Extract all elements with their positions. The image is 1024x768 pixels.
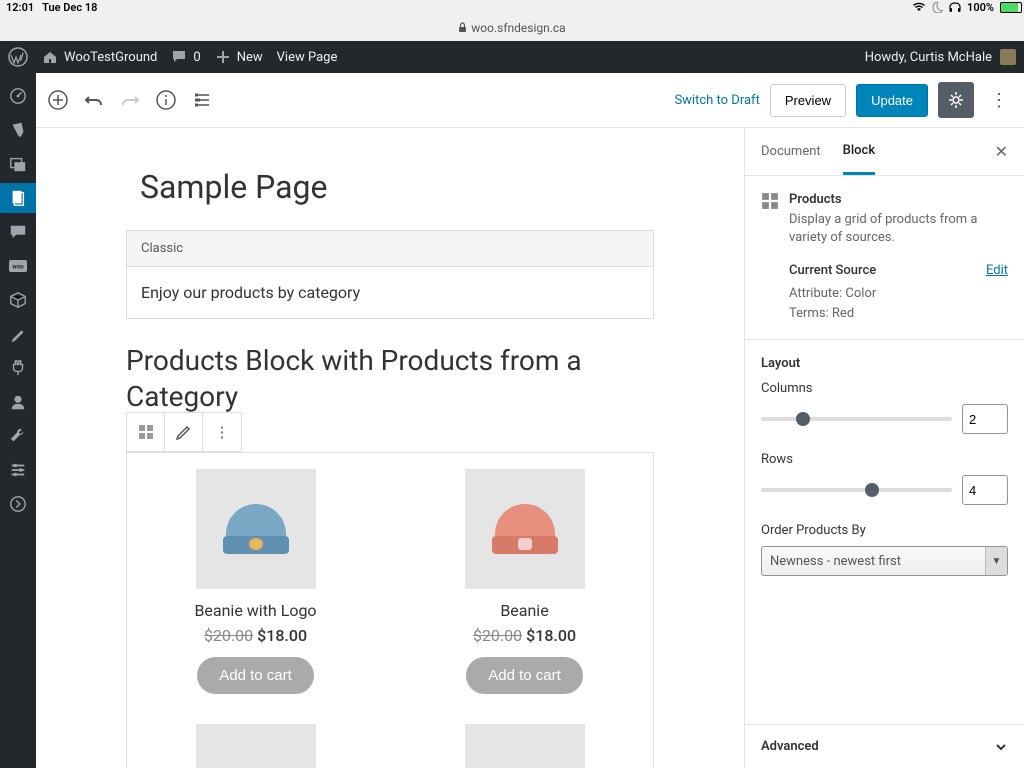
classic-block-content[interactable]: Enjoy our products by category (127, 267, 653, 318)
product-card (141, 724, 370, 768)
more-options-button[interactable]: ⋮ (984, 84, 1014, 117)
sidebar-item-tools[interactable] (0, 421, 36, 451)
add-to-cart-button[interactable]: Add to cart (197, 657, 314, 694)
classic-block[interactable]: Classic Enjoy our products by category (126, 230, 654, 319)
product-image (196, 469, 316, 589)
new-label: New (237, 50, 263, 65)
url-host: woo.sfndesign.ca (471, 21, 565, 35)
columns-input[interactable] (962, 404, 1008, 434)
close-settings-button[interactable]: ✕ (995, 142, 1008, 161)
headphones-icon (949, 2, 961, 13)
battery-percent: 100% (967, 1, 994, 14)
product-card: Beanie with Logo $20.00$18.00 Add to car… (141, 469, 370, 694)
product-title: Beanie (500, 601, 548, 620)
undo-button[interactable] (82, 88, 106, 112)
tab-block[interactable]: Block (843, 128, 875, 175)
wifi-icon (912, 2, 926, 12)
preview-button[interactable]: Preview (770, 84, 846, 117)
order-select[interactable]: Newness - newest first ▼ (761, 546, 1008, 576)
add-block-button[interactable] (46, 88, 70, 112)
product-image (465, 469, 585, 589)
sidebar-item-appearance[interactable] (0, 319, 36, 349)
ios-status-bar: 12:01 Tue Dec 18 100% (0, 0, 1024, 14)
source-label: Current Source (789, 263, 876, 278)
wp-admin-bar: WooTestGround 0 New View Page Howdy, Cur… (0, 41, 1024, 73)
sidebar-item-media[interactable] (0, 149, 36, 179)
add-to-cart-button[interactable]: Add to cart (466, 657, 583, 694)
page-title[interactable]: Sample Page (140, 168, 654, 206)
sidebar-item-posts[interactable] (0, 115, 36, 145)
columns-label: Columns (761, 381, 1008, 396)
wp-admin-sidebar: woo (0, 73, 36, 768)
block-name: Products (789, 192, 1008, 207)
switch-to-draft-link[interactable]: Switch to Draft (674, 93, 759, 108)
comments-link[interactable]: 0 (171, 49, 200, 65)
product-image (196, 724, 316, 768)
chevron-down-icon: ▼ (985, 547, 1007, 575)
sidebar-item-comments[interactable] (0, 217, 36, 247)
order-label: Order Products By (761, 523, 1008, 538)
new-content-link[interactable]: New (215, 49, 263, 65)
product-price: $20.00$18.00 (204, 626, 307, 645)
browser-url-bar: woo.sfndesign.ca (0, 14, 1024, 41)
order-value: Newness - newest first (770, 554, 901, 569)
advanced-panel-toggle[interactable]: Advanced (745, 724, 1024, 768)
block-toolbar: ⋮ (126, 412, 242, 452)
classic-block-label: Classic (127, 231, 653, 267)
tab-document[interactable]: Document (761, 128, 821, 175)
sidebar-item-plugins[interactable] (0, 353, 36, 383)
moon-icon (932, 2, 943, 13)
columns-slider[interactable] (761, 417, 952, 421)
edit-block-button[interactable] (165, 413, 203, 451)
outline-button[interactable] (190, 88, 214, 112)
site-home-link[interactable]: WooTestGround (42, 49, 157, 65)
sidebar-item-products[interactable] (0, 285, 36, 315)
rows-input[interactable] (962, 475, 1008, 505)
status-date: Tue Dec 18 (42, 1, 97, 14)
settings-tabs: Document Block ✕ (745, 128, 1024, 176)
block-type-icon[interactable] (127, 413, 165, 451)
block-description: Display a grid of products from a variet… (789, 211, 1008, 247)
grid-icon (761, 192, 779, 247)
avatar[interactable] (1000, 49, 1016, 65)
user-greeting[interactable]: Howdy, Curtis McHale (865, 50, 992, 65)
sidebar-item-users[interactable] (0, 387, 36, 417)
svg-text:woo: woo (12, 264, 24, 271)
product-title: Beanie with Logo (194, 601, 316, 620)
rows-label: Rows (761, 452, 1008, 467)
source-terms: Terms: Red (789, 304, 1008, 324)
sidebar-item-settings[interactable] (0, 455, 36, 485)
status-time: 12:01 (6, 1, 34, 14)
editor-header: Switch to Draft Preview Update ⋮ (36, 73, 1024, 128)
chevron-down-icon (994, 740, 1008, 754)
sidebar-item-dashboard[interactable] (0, 81, 36, 111)
product-card (410, 724, 639, 768)
products-grid-block[interactable]: Beanie with Logo $20.00$18.00 Add to car… (126, 452, 654, 768)
update-button[interactable]: Update (856, 84, 928, 117)
editor-canvas[interactable]: Sample Page Classic Enjoy our products b… (36, 128, 744, 768)
site-name: WooTestGround (64, 50, 157, 65)
comments-count: 0 (193, 50, 200, 65)
block-settings-panel: Document Block ✕ Products Display a grid… (744, 128, 1024, 768)
sidebar-item-pages[interactable] (0, 183, 36, 213)
source-attribute: Attribute: Color (789, 284, 1008, 304)
rows-slider[interactable] (761, 488, 952, 492)
lock-icon (458, 22, 467, 33)
info-button[interactable] (154, 88, 178, 112)
block-heading[interactable]: Products Block with Products from a Cate… (126, 343, 654, 416)
battery-icon (1000, 2, 1018, 13)
sidebar-item-woocommerce[interactable]: woo (0, 251, 36, 281)
edit-source-link[interactable]: Edit (986, 263, 1008, 278)
layout-section-title: Layout (761, 356, 1008, 371)
product-price: $20.00$18.00 (473, 626, 576, 645)
settings-toggle-button[interactable] (938, 82, 974, 118)
block-more-button[interactable]: ⋮ (203, 413, 241, 451)
redo-button[interactable] (118, 88, 142, 112)
view-page-link[interactable]: View Page (277, 50, 338, 65)
sidebar-item-collapse[interactable] (0, 489, 36, 519)
wordpress-logo-icon[interactable] (8, 47, 28, 67)
product-card: Beanie $20.00$18.00 Add to cart (410, 469, 639, 694)
product-image (465, 724, 585, 768)
